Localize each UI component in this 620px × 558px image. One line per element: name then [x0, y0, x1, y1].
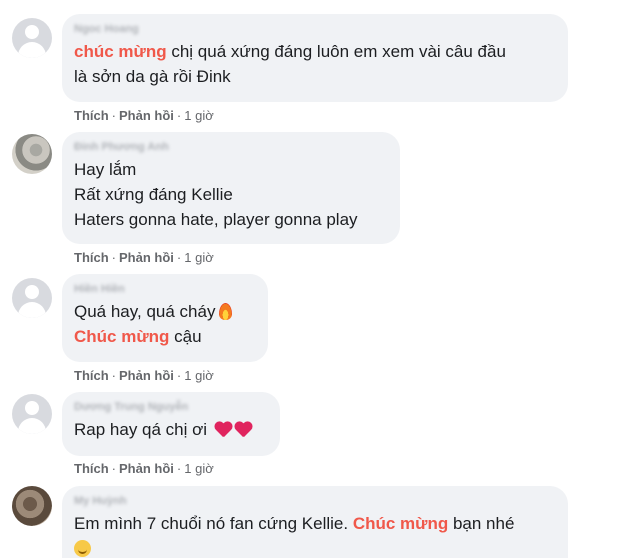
- avatar-body-shape: [18, 302, 46, 318]
- comment-bubble: Dương Trung Nguyễn Rap hay qá chị ơi: [62, 392, 280, 456]
- comment-actions: Thích · Phản hồi · 1 giờ: [74, 108, 214, 123]
- comment-timestamp[interactable]: 1 giờ: [184, 108, 214, 123]
- comment-actions: Thích · Phản hồi · 1 giờ: [74, 461, 214, 476]
- like-link[interactable]: Thích: [74, 250, 109, 265]
- comment-bubble: Ngoc Hoang chúc mừng chị quá xứng đáng l…: [62, 14, 568, 102]
- comment-thread: Ngoc Hoang chúc mừng chị quá xứng đáng l…: [0, 0, 620, 558]
- like-link[interactable]: Thích: [74, 461, 109, 476]
- comment-text: cậu: [169, 327, 202, 346]
- comment-bubble: Đinh Phương Anh Hay lắm Rất xứng đáng Ke…: [62, 132, 400, 244]
- separator: ·: [111, 461, 117, 476]
- separator: ·: [176, 108, 182, 123]
- avatar-head-shape: [25, 285, 39, 299]
- separator: ·: [176, 368, 182, 383]
- comment-author[interactable]: Ngoc Hoang: [74, 22, 556, 37]
- highlight-text: Chúc mừng: [352, 514, 449, 533]
- comment-text-line: Rất xứng đáng Kellie: [74, 185, 233, 204]
- separator: ·: [176, 250, 182, 265]
- red-heart-icon: [214, 422, 232, 438]
- comment-text-line: Quá hay, quá cháy: [74, 299, 256, 324]
- comment-author[interactable]: Hiền Hiền: [74, 282, 256, 297]
- comment-text: Quá hay, quá cháy: [74, 302, 216, 321]
- reply-link[interactable]: Phản hồi: [119, 368, 174, 383]
- separator: ·: [111, 250, 117, 265]
- highlight-text: Chúc mừng: [74, 327, 170, 346]
- avatar-head-shape: [25, 25, 39, 39]
- reply-link[interactable]: Phản hồi: [119, 461, 174, 476]
- avatar-head-shape: [25, 401, 39, 415]
- comment-text: bạn nhé: [448, 514, 515, 533]
- comment-bubble: Hiền Hiền Quá hay, quá cháy Chúc mừng cậ…: [62, 274, 268, 362]
- comment-text-line: Haters gonna hate, player gonna play: [74, 210, 358, 229]
- like-link[interactable]: Thích: [74, 108, 109, 123]
- separator: ·: [111, 108, 117, 123]
- comment-actions: Thích · Phản hồi · 1 giờ: [74, 250, 214, 265]
- comment-text-line: Em mình 7 chuổi nó fan cứng Kellie. Chúc…: [74, 511, 556, 536]
- comment-timestamp[interactable]: 1 giờ: [184, 250, 214, 265]
- smiling-face-icon: [74, 540, 91, 557]
- avatar[interactable]: [12, 486, 52, 526]
- red-heart-icon: [234, 422, 252, 438]
- comment-text-line: chúc mừng chị quá xứng đáng luôn em xem …: [74, 39, 556, 64]
- comment-author[interactable]: Đinh Phương Anh: [74, 140, 388, 155]
- comment-text-line: Hay lắm: [74, 160, 137, 179]
- fire-icon: [219, 303, 233, 320]
- avatar-body-shape: [18, 42, 46, 58]
- comment-text: chị quá xứng đáng luôn em xem vài câu đầ…: [166, 42, 506, 61]
- comment-author[interactable]: Dương Trung Nguyễn: [74, 400, 268, 415]
- highlight-text: chúc mừng: [74, 42, 167, 61]
- comment-text: Rap hay qá chị ơi: [74, 420, 208, 439]
- comment-text-line: Chúc mừng cậu: [74, 324, 256, 349]
- avatar[interactable]: [12, 134, 52, 174]
- separator: ·: [111, 368, 117, 383]
- avatar-body-shape: [18, 418, 46, 434]
- comment-actions: Thích · Phản hồi · 1 giờ: [74, 368, 214, 383]
- avatar[interactable]: [12, 394, 52, 434]
- comment-text: Em mình 7 chuổi nó fan cứng Kellie.: [74, 514, 353, 533]
- comment-timestamp[interactable]: 1 giờ: [184, 368, 214, 383]
- separator: ·: [176, 461, 182, 476]
- reply-link[interactable]: Phản hồi: [119, 250, 174, 265]
- comment-text-line: là sởn da gà rồi Đink: [74, 67, 231, 86]
- reply-link[interactable]: Phản hồi: [119, 108, 174, 123]
- comment-bubble: My Huỳnh Em mình 7 chuổi nó fan cứng Kel…: [62, 486, 568, 558]
- like-link[interactable]: Thích: [74, 368, 109, 383]
- comment-author[interactable]: My Huỳnh: [74, 494, 556, 509]
- avatar[interactable]: [12, 18, 52, 58]
- comment-text-line: Rap hay qá chị ơi: [74, 417, 268, 442]
- avatar[interactable]: [12, 278, 52, 318]
- comment-timestamp[interactable]: 1 giờ: [184, 461, 214, 476]
- comment-text-line: [74, 536, 556, 558]
